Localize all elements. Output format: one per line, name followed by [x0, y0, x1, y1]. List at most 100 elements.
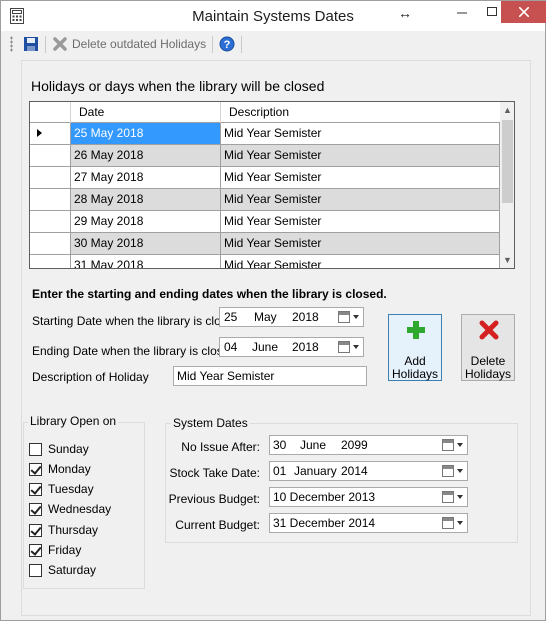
toolbar-grip[interactable]: [10, 36, 13, 52]
row-header[interactable]: [30, 167, 71, 189]
scroll-up-arrow-icon[interactable]: ▲: [500, 102, 514, 118]
checkbox-thursday[interactable]: Thursday: [29, 522, 98, 538]
previous-budget-picker[interactable]: 10 December 2013: [269, 487, 468, 507]
calendar-icon[interactable]: [442, 465, 454, 477]
delete-holidays-label: Delete Holidays: [462, 355, 514, 381]
dropdown-arrow-icon[interactable]: [353, 315, 359, 319]
row-header[interactable]: [30, 189, 71, 211]
date-cell[interactable]: 28 May 2018: [71, 189, 221, 211]
ending-date-picker[interactable]: 04 June 2018: [219, 337, 364, 357]
add-holidays-line2: Holidays: [391, 367, 439, 381]
no-issue-after-picker[interactable]: 30 June 2099: [269, 435, 468, 455]
no-issue-day: 30: [273, 438, 287, 452]
column-header-description[interactable]: Description: [221, 102, 500, 123]
checkbox-box[interactable]: [29, 563, 42, 577]
description-cell[interactable]: Mid Year Semister: [221, 233, 500, 255]
maximize-icon: [487, 7, 497, 16]
delete-outdated-holidays-button[interactable]: Delete outdated Holidays: [52, 34, 206, 54]
dropdown-arrow-icon[interactable]: [457, 495, 463, 499]
scroll-down-arrow-icon[interactable]: ▼: [500, 252, 514, 268]
previous-budget-label: Previous Budget:: [168, 492, 260, 506]
column-header-date[interactable]: Date: [71, 102, 221, 123]
row-header[interactable]: [30, 123, 71, 145]
date-cell[interactable]: 30 May 2018: [71, 233, 221, 255]
checkbox-label: Sunday: [48, 442, 89, 456]
dropdown-arrow-icon[interactable]: [457, 469, 463, 473]
checkbox-label: Tuesday: [48, 482, 94, 496]
close-button[interactable]: [501, 1, 546, 23]
row-header[interactable]: [30, 233, 71, 255]
description-cell[interactable]: Mid Year Semister: [221, 211, 500, 233]
calendar-icon[interactable]: [338, 341, 350, 353]
description-cell[interactable]: Mid Year Semister: [221, 189, 500, 211]
checkbox-tuesday[interactable]: Tuesday: [29, 481, 94, 497]
checkbox-label: Friday: [48, 543, 82, 557]
checkbox-sunday[interactable]: Sunday: [29, 441, 89, 457]
checkbox-box[interactable]: [29, 502, 42, 516]
maintain-systems-dates-window: Maintain Systems Dates ↔ Delete outdated…: [0, 0, 546, 621]
starting-date-picker[interactable]: 25 May 2018: [219, 307, 364, 327]
date-cell[interactable]: 29 May 2018: [71, 211, 221, 233]
toolbar-separator: [45, 36, 46, 53]
current-budget-value: 31 December 2014: [273, 516, 376, 530]
checkbox-friday[interactable]: Friday: [29, 542, 81, 558]
checkbox-box[interactable]: [29, 482, 42, 496]
date-cell[interactable]: 26 May 2018: [71, 145, 221, 167]
holidays-grid[interactable]: Date Description 25 May 2018 Mid Year Se…: [29, 101, 515, 269]
date-cell[interactable]: 25 May 2018: [71, 123, 221, 145]
save-button[interactable]: [23, 34, 39, 54]
table-row[interactable]: 27 May 2018 Mid Year Semister: [30, 167, 500, 189]
add-holidays-button[interactable]: Add Holidays: [388, 314, 442, 381]
checkbox-label: Saturday: [48, 563, 97, 577]
description-cell[interactable]: Mid Year Semister: [221, 145, 500, 167]
description-cell[interactable]: Mid Year Semister: [221, 255, 500, 268]
delete-x-icon: [53, 37, 67, 51]
scroll-thumb[interactable]: [502, 120, 513, 203]
table-row[interactable]: 30 May 2018 Mid Year Semister: [30, 233, 500, 255]
checkbox-box[interactable]: [29, 462, 42, 476]
calendar-icon[interactable]: [442, 491, 454, 503]
ending-date-label: Ending Date when the library is closed: [32, 344, 237, 358]
row-header-corner: [30, 102, 71, 123]
table-row[interactable]: 29 May 2018 Mid Year Semister: [30, 211, 500, 233]
help-button[interactable]: ?: [219, 34, 235, 54]
table-row[interactable]: 26 May 2018 Mid Year Semister: [30, 145, 500, 167]
checkbox-box[interactable]: [29, 543, 42, 557]
start-day: 25: [224, 310, 238, 324]
row-header[interactable]: [30, 145, 71, 167]
table-row[interactable]: 28 May 2018 Mid Year Semister: [30, 189, 500, 211]
checkbox-box[interactable]: [29, 523, 42, 537]
dropdown-arrow-icon[interactable]: [457, 521, 463, 525]
system-dates-title: System Dates: [171, 416, 250, 430]
date-cell[interactable]: 27 May 2018: [71, 167, 221, 189]
row-header[interactable]: [30, 211, 71, 233]
calendar-icon[interactable]: [442, 517, 454, 529]
description-cell[interactable]: Mid Year Semister: [221, 167, 500, 189]
minimize-button[interactable]: [447, 1, 477, 23]
row-header[interactable]: [30, 255, 71, 268]
delete-holidays-button[interactable]: Delete Holidays: [461, 314, 515, 381]
toolbar: Delete outdated Holidays ?: [1, 31, 545, 57]
checkbox-saturday[interactable]: Saturday: [29, 562, 96, 578]
stock-take-date-picker[interactable]: 01 January 2014: [269, 461, 468, 481]
dropdown-arrow-icon[interactable]: [457, 443, 463, 447]
holiday-description-input[interactable]: Mid Year Semister: [173, 366, 367, 386]
dropdown-arrow-icon[interactable]: [353, 345, 359, 349]
checkbox-label: Wednesday: [48, 502, 112, 516]
calendar-icon[interactable]: [338, 311, 350, 323]
table-row[interactable]: 25 May 2018 Mid Year Semister: [30, 123, 500, 145]
stock-take-year: 2014: [341, 464, 368, 478]
grid-header: Date Description: [30, 102, 500, 123]
stock-take-day: 01: [273, 464, 287, 478]
calendar-icon[interactable]: [442, 439, 454, 451]
checkbox-wednesday[interactable]: Wednesday: [29, 501, 111, 517]
date-cell[interactable]: 31 May 2018: [71, 255, 221, 268]
checkbox-box[interactable]: [29, 442, 42, 456]
table-row[interactable]: 31 May 2018 Mid Year Semister: [30, 255, 500, 268]
description-cell[interactable]: Mid Year Semister: [221, 123, 500, 145]
start-month: May: [254, 310, 277, 324]
svg-text:?: ?: [224, 39, 231, 51]
grid-vertical-scrollbar[interactable]: ▲ ▼: [500, 102, 514, 268]
current-budget-picker[interactable]: 31 December 2014: [269, 513, 468, 533]
checkbox-monday[interactable]: Monday: [29, 461, 91, 477]
